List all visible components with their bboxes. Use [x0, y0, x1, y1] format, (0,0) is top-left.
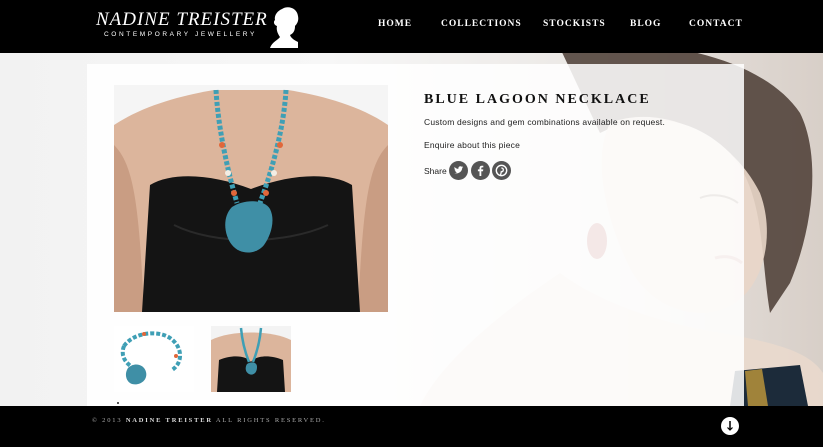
nav-stockists[interactable]: STOCKISTS	[543, 19, 606, 29]
enquire-link[interactable]: Enquire about this piece	[424, 140, 520, 150]
product-description: Custom designs and gem combinations avai…	[424, 117, 666, 127]
scroll-to-top-button[interactable]	[721, 417, 739, 435]
logo-name[interactable]: NADINE TREISTER	[96, 9, 268, 31]
nav-collections[interactable]: COLLECTIONS	[441, 19, 522, 29]
product-thumbnail-1[interactable]	[114, 326, 194, 392]
logo-silhouette-icon[interactable]	[268, 6, 302, 48]
site-footer: © 2013 NADINE TREISTER ALL RIGHTS RESERV…	[0, 406, 823, 447]
copyright-text: © 2013 NADINE TREISTER ALL RIGHTS RESERV…	[92, 417, 326, 424]
copyright-suffix: ALL RIGHTS RESERVED.	[215, 417, 326, 424]
nav-contact[interactable]: CONTACT	[689, 19, 743, 29]
product-main-image[interactable]	[114, 85, 388, 312]
product-thumbnail-2[interactable]	[211, 326, 291, 392]
nav-home[interactable]: HOME	[378, 19, 412, 29]
twitter-icon[interactable]	[449, 161, 468, 180]
arrow-down-icon	[727, 421, 733, 431]
thumbnail-indicator	[117, 402, 119, 404]
nav-blog[interactable]: BLOG	[630, 19, 661, 29]
logo-tagline: CONTEMPORARY JEWELLERY	[104, 31, 257, 38]
facebook-icon[interactable]	[471, 161, 490, 180]
copyright-brand: NADINE TREISTER	[125, 417, 213, 424]
product-title: BLUE LAGOON NECKLACE	[424, 92, 651, 107]
pinterest-icon[interactable]	[492, 161, 511, 180]
site-header: NADINE TREISTER CONTEMPORARY JEWELLERY H…	[0, 0, 823, 53]
copyright-prefix: © 2013	[92, 417, 123, 424]
share-label: Share	[424, 166, 447, 176]
